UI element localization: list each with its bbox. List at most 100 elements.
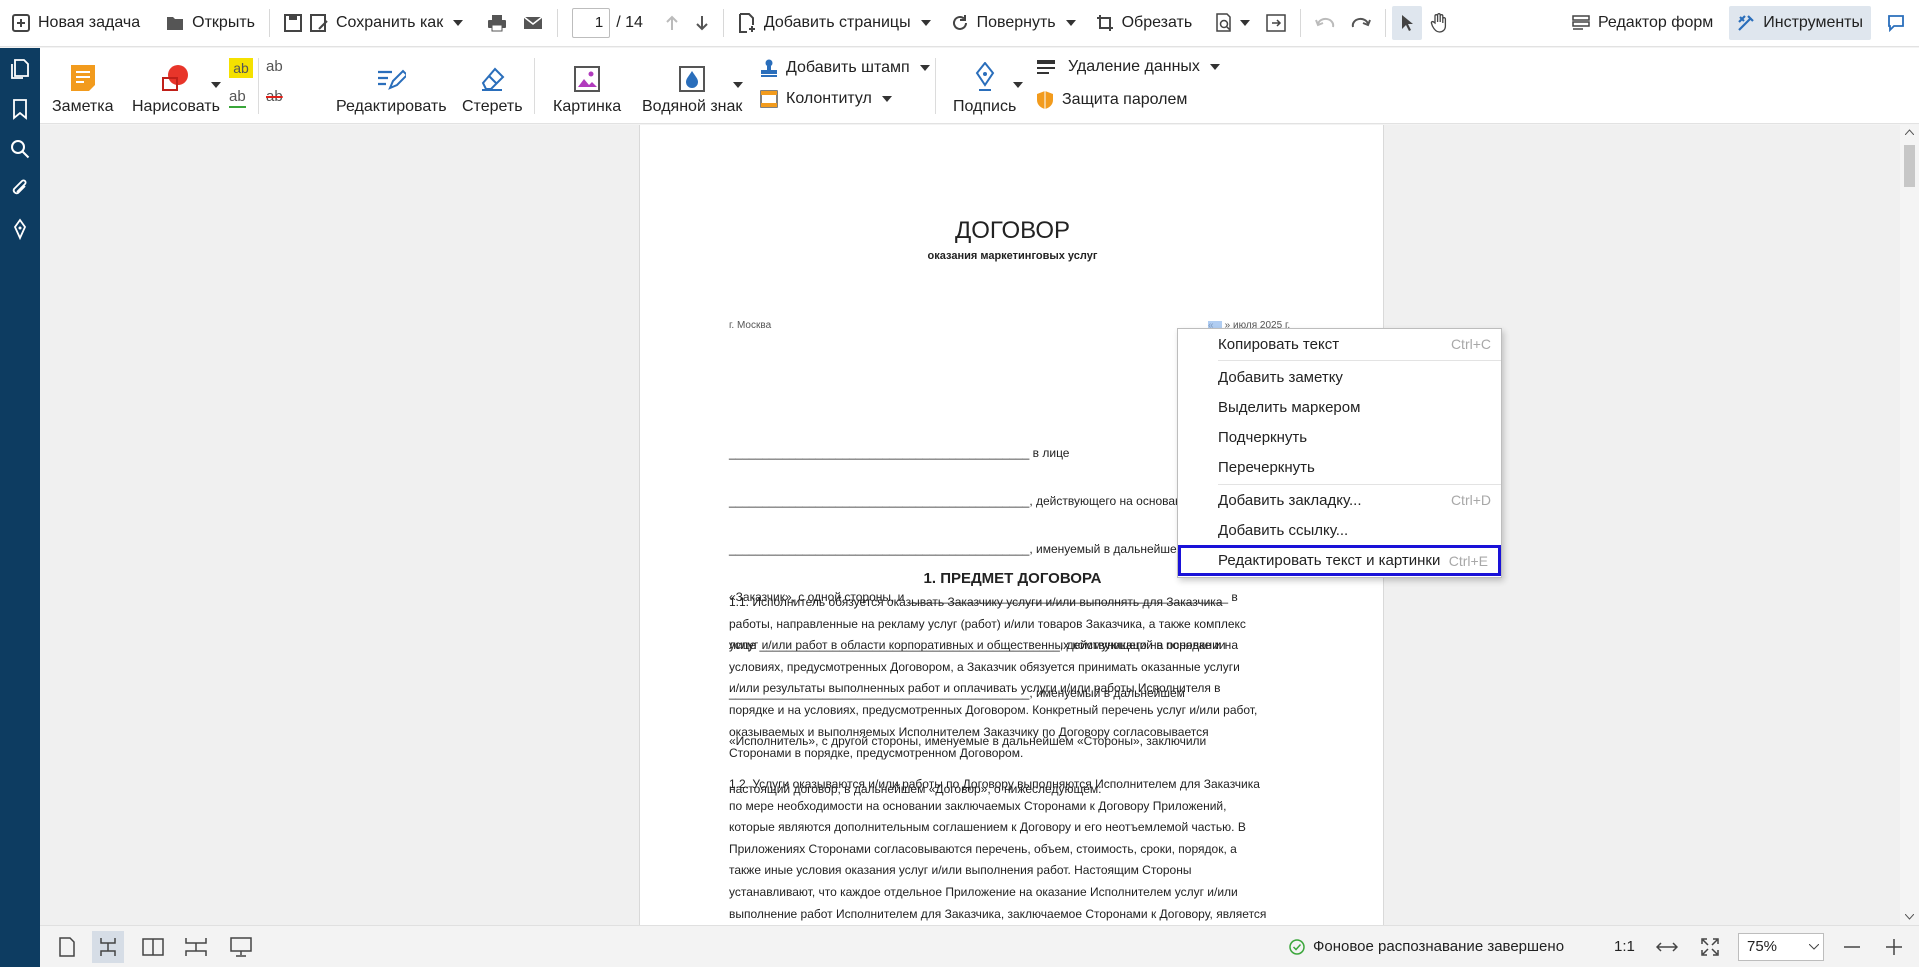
signature-pen-icon[interactable]: [9, 218, 31, 240]
page-navigator: 1 / 14: [564, 6, 651, 40]
open-button[interactable]: Открыть: [158, 6, 263, 40]
two-page-continuous-icon[interactable]: [184, 937, 208, 957]
erase-button[interactable]: Стереть: [462, 58, 523, 116]
bookmark-icon[interactable]: [9, 98, 31, 120]
menu-item-add-note[interactable]: Добавить заметку: [1178, 363, 1501, 391]
password-protection-button[interactable]: Защита паролем: [1036, 90, 1187, 110]
find-dropdown-icon[interactable]: [1240, 20, 1251, 26]
draw-button[interactable]: Нарисовать: [132, 58, 220, 116]
divider: [268, 9, 270, 37]
signature-label: Подпись: [953, 98, 1017, 115]
draw-label: Нарисовать: [132, 98, 220, 115]
divider: [557, 9, 559, 37]
save-as-dropdown-icon[interactable]: [453, 20, 464, 26]
folder-icon: [167, 17, 184, 30]
actual-size-button[interactable]: 1:1: [1614, 938, 1635, 955]
select-tool-button[interactable]: [1392, 6, 1423, 40]
signature-dropdown-icon[interactable]: [1013, 82, 1023, 88]
remove-data-button[interactable]: Удаление данных: [1036, 58, 1220, 76]
comments-button[interactable]: [1879, 6, 1913, 40]
draw-dropdown-icon[interactable]: [211, 82, 221, 88]
rotate-dropdown-icon[interactable]: [1065, 20, 1076, 26]
email-button[interactable]: [515, 6, 551, 40]
undo-icon: [1315, 17, 1335, 28]
open-label: Открыть: [192, 14, 255, 31]
zoom-select[interactable]: 75%: [1738, 933, 1824, 961]
compare-button[interactable]: [1258, 6, 1294, 40]
watermark-button[interactable]: Водяной знак: [642, 58, 742, 116]
vertical-scrollbar[interactable]: [1900, 125, 1919, 925]
menu-item-underline[interactable]: Подчеркнуть: [1178, 423, 1501, 451]
add-stamp-label: Добавить штамп: [786, 59, 910, 76]
continuous-view-icon[interactable]: [99, 937, 117, 957]
add-pages-button[interactable]: Добавить страницы: [730, 6, 939, 40]
fit-width-icon[interactable]: [1656, 940, 1678, 954]
next-page-button[interactable]: [687, 6, 717, 40]
zoom-in-icon[interactable]: [1886, 939, 1902, 955]
strikethrough-tool-icon[interactable]: ab: [266, 88, 283, 105]
presentation-icon[interactable]: [230, 937, 252, 957]
redo-button[interactable]: [1343, 6, 1379, 40]
new-task-button[interactable]: Новая задача: [4, 6, 148, 40]
underline-tool-icon[interactable]: ab: [229, 88, 246, 108]
scroll-up-icon[interactable]: [1905, 129, 1914, 135]
edit-button[interactable]: Редактировать: [336, 58, 447, 116]
image-icon: [574, 66, 601, 92]
menu-item-copy-text[interactable]: Копировать текст Ctrl+C: [1178, 330, 1501, 358]
menu-item-label: Добавить заметку: [1218, 368, 1343, 386]
scrollbar-thumb[interactable]: [1904, 145, 1915, 187]
edit-text-icon: [378, 69, 407, 90]
menu-item-strikethrough[interactable]: Перечеркнуть: [1178, 453, 1501, 481]
save-button[interactable]: [276, 6, 310, 40]
note-button[interactable]: Заметка: [52, 58, 114, 116]
single-page-view-icon[interactable]: [58, 937, 76, 957]
save-as-button[interactable]: Сохранить как: [309, 6, 471, 40]
signature-button[interactable]: Подпись: [953, 58, 1016, 116]
tools-label: Инструменты: [1763, 14, 1863, 31]
undo-button[interactable]: [1307, 6, 1343, 40]
tools-button[interactable]: Инструменты: [1729, 6, 1871, 40]
check-circle-icon: [1289, 939, 1305, 955]
remove-data-dropdown-icon[interactable]: [1209, 64, 1220, 70]
header-footer-button[interactable]: Колонтитул: [760, 90, 892, 108]
new-task-label: Новая задача: [38, 14, 141, 31]
hand-icon: [1430, 13, 1447, 33]
menu-item-label: Редактировать текст и картинки: [1218, 552, 1441, 569]
rotate-button[interactable]: Повернуть: [943, 6, 1084, 40]
add-stamp-dropdown-icon[interactable]: [919, 65, 930, 71]
document-subtitle: оказания маркетинговых услуг: [927, 250, 1098, 262]
prev-page-button[interactable]: [657, 6, 687, 40]
find-button[interactable]: [1206, 6, 1258, 40]
arrow-down-icon: [696, 16, 708, 31]
hand-tool-button[interactable]: [1422, 6, 1456, 40]
search-icon[interactable]: [9, 138, 31, 160]
menu-item-add-link[interactable]: Добавить ссылку...: [1178, 516, 1501, 544]
watermark-dropdown-icon[interactable]: [733, 82, 743, 88]
highlight-tool-icon[interactable]: ab: [229, 58, 253, 78]
page-number-input[interactable]: 1: [572, 8, 611, 38]
divider: [1385, 9, 1387, 37]
two-page-view-icon[interactable]: [142, 937, 164, 957]
attachment-icon[interactable]: [9, 178, 31, 200]
menu-item-add-bookmark[interactable]: Добавить закладку... Ctrl+D: [1178, 486, 1501, 514]
floppy-icon: [283, 14, 302, 32]
pages-icon[interactable]: [9, 58, 31, 80]
header-footer-dropdown-icon[interactable]: [881, 96, 892, 102]
zoom-out-icon[interactable]: [1844, 946, 1860, 948]
form-icon: [1572, 15, 1590, 30]
scroll-down-icon[interactable]: [1905, 914, 1914, 920]
picture-button[interactable]: Картинка: [553, 58, 621, 116]
insert-text-tool-icon[interactable]: ab: [266, 58, 283, 75]
crop-button[interactable]: Обрезать: [1088, 6, 1201, 40]
menu-item-edit-text-images[interactable]: Редактировать текст и картинки Ctrl+E: [1178, 545, 1501, 576]
envelope-icon: [523, 16, 543, 29]
menu-separator: [1218, 484, 1501, 485]
print-button[interactable]: [479, 6, 515, 40]
document-viewport[interactable]: ДОГОВОР оказания маркетинговых услуг г. …: [40, 125, 1900, 925]
fit-page-icon[interactable]: [1701, 938, 1719, 956]
add-pages-dropdown-icon[interactable]: [920, 20, 931, 26]
add-stamp-button[interactable]: Добавить штамп: [760, 58, 930, 78]
form-editor-button[interactable]: Редактор форм: [1564, 6, 1721, 40]
shield-icon: [1037, 91, 1053, 109]
menu-item-highlight[interactable]: Выделить маркером: [1178, 393, 1501, 421]
